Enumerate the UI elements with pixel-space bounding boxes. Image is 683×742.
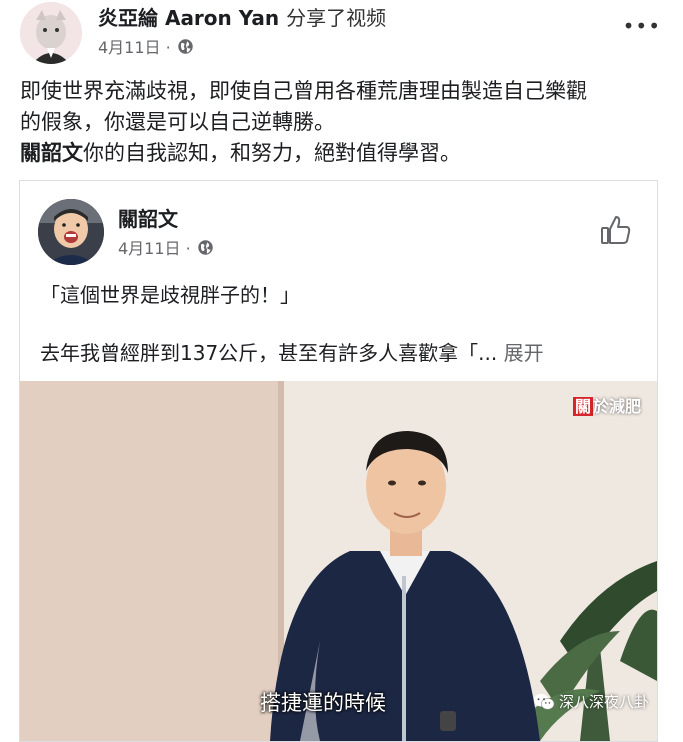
post-action: 分享了视频 <box>286 6 387 30</box>
author-name[interactable]: 炎亞綸 Aaron Yan <box>98 6 279 30</box>
thumbs-up-icon[interactable] <box>599 213 633 247</box>
wechat-icon <box>533 693 555 710</box>
post-text-line: 即使世界充滿歧視，即使自己曾用各種荒唐理由製造自己樂觀 <box>20 79 587 103</box>
post-header: 炎亞綸 Aaron Yan 分享了视频 4月11日 · ••• <box>0 0 683 66</box>
post-author[interactable]: 炎亞綸 Aaron Yan 分享了视频 <box>98 2 386 31</box>
shared-post-card[interactable]: 關韶文 4月11日 · 「這個世界是歧視胖子的！」 去年我曾經胖到137公斤，甚… <box>19 180 658 742</box>
watermark-text: 於減肥 <box>592 397 641 416</box>
post-text-line: 關韶文你的自我認知，和努力，絕對值得學習。 <box>20 138 665 169</box>
video-watermark: 關於減肥 <box>572 393 641 417</box>
watermark-red-char: 關 <box>572 397 593 416</box>
post-date[interactable]: 4月11日 · <box>98 34 171 58</box>
post-text-line: 的假象，你還是可以自己逆轉勝。 <box>20 110 335 134</box>
post-text-line-rest: 你的自我認知，和努力，絕對值得學習。 <box>83 141 461 165</box>
shared-post-quote: 「這個世界是歧視胖子的！」 <box>40 283 300 307</box>
video-subtitle: 搭捷運的時候 <box>260 691 386 715</box>
post-meta: 4月11日 · <box>98 34 194 58</box>
tagged-user-link[interactable]: 關韶文 <box>20 141 83 165</box>
avatar-image <box>38 199 104 265</box>
shared-author-name[interactable]: 關韶文 <box>118 203 178 232</box>
globe-icon <box>177 38 193 54</box>
author-avatar[interactable] <box>20 2 82 64</box>
shared-post-excerpt: 去年我曾經胖到137公斤，甚至有許多人喜歡拿「... 展开 <box>40 337 544 366</box>
post-body: 即使世界充滿歧視，即使自己曾用各種荒唐理由製造自己樂觀 的假象，你還是可以自己逆… <box>20 76 665 169</box>
channel-watermark: 深八深夜八卦 <box>533 691 649 712</box>
video-player[interactable]: 關於減肥 搭捷運的時候 深八深夜八卦 <box>20 381 657 741</box>
shared-author-avatar[interactable] <box>38 199 104 265</box>
globe-icon <box>197 239 213 255</box>
shared-post-date[interactable]: 4月11日 · <box>118 235 191 259</box>
avatar-image <box>20 2 82 64</box>
excerpt-text: 去年我曾經胖到137公斤，甚至有許多人喜歡拿「... <box>40 341 498 365</box>
expand-link[interactable]: 展开 <box>504 341 544 365</box>
more-options-button[interactable]: ••• <box>623 14 661 38</box>
channel-watermark-text: 深八深夜八卦 <box>558 693 649 711</box>
shared-post-meta: 4月11日 · <box>118 235 214 259</box>
